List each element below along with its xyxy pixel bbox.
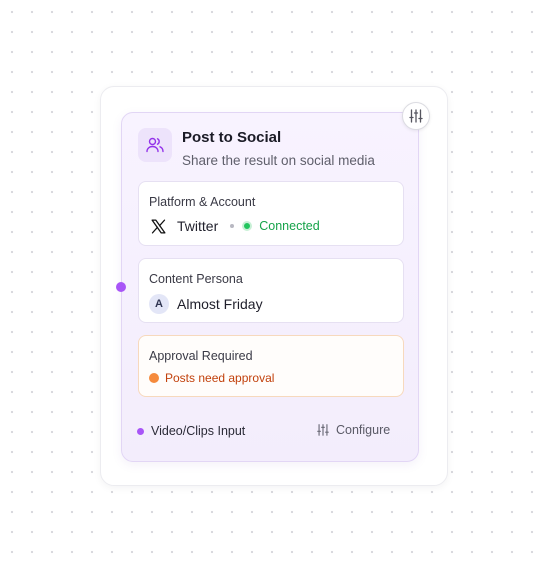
approval-label: Approval Required [149, 349, 253, 363]
persona-avatar: A [149, 294, 169, 314]
node-settings-button[interactable] [402, 102, 430, 130]
connected-status-dot [242, 221, 253, 231]
sliders-icon [317, 424, 329, 436]
approval-status: Posts need approval [165, 371, 275, 385]
video-clips-input: Video/Clips Input [137, 424, 245, 438]
platform-name: Twitter [177, 218, 219, 234]
configure-button[interactable]: Configure [316, 423, 390, 437]
separator-dot [230, 224, 235, 228]
platform-account-label: Platform & Account [149, 195, 256, 209]
connection-status: Connected [259, 219, 320, 233]
content-persona-label: Content Persona [149, 272, 243, 286]
users-icon [146, 137, 164, 153]
node-subtitle: Share the result on social media [182, 153, 375, 168]
persona-name: Almost Friday [177, 296, 263, 312]
approval-section[interactable]: Approval Required Posts need approval [138, 335, 404, 397]
x-logo-icon [149, 217, 167, 235]
content-persona-section[interactable]: Content Persona A Almost Friday [138, 258, 404, 323]
input-label: Video/Clips Input [151, 424, 246, 438]
node-type-icon-box [138, 128, 172, 162]
platform-account-section[interactable]: Platform & Account Twitter Connected [138, 181, 404, 246]
configure-label: Configure [336, 423, 391, 437]
input-handle[interactable] [116, 282, 126, 292]
node-title: Post to Social [182, 129, 282, 146]
sliders-icon [409, 109, 423, 123]
approval-status-dot [149, 373, 159, 383]
input-port-dot [137, 427, 144, 435]
